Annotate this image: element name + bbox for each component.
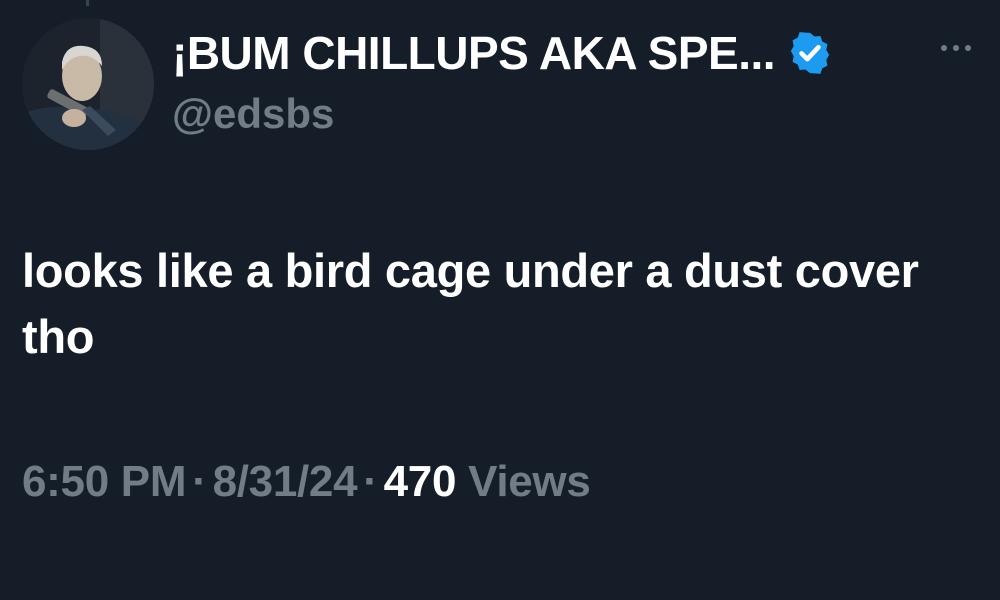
avatar-photo <box>22 18 154 150</box>
verified-badge-icon[interactable] <box>787 30 833 76</box>
separator-dot: · <box>363 457 378 506</box>
user-handle[interactable]: @edsbs <box>172 90 932 138</box>
more-options-icon[interactable] <box>936 38 976 58</box>
tweet-time[interactable]: 6:50 PM <box>22 457 187 506</box>
views-label: Views <box>468 457 591 506</box>
display-name[interactable]: ¡BUM CHILLUPS AKA SPE... <box>172 26 776 80</box>
name-row: ¡BUM CHILLUPS AKA SPE... <box>172 22 932 84</box>
avatar[interactable] <box>22 18 154 150</box>
tweet-date[interactable]: 8/31/24 <box>213 457 358 506</box>
views-count[interactable]: 470 <box>384 457 457 506</box>
tweet: ¡BUM CHILLUPS AKA SPE... @edsbs looks li… <box>0 0 1000 600</box>
tweet-text: looks like a bird cage under a dust cove… <box>22 244 919 363</box>
tweet-header: ¡BUM CHILLUPS AKA SPE... @edsbs <box>172 22 932 138</box>
tweet-metadata: 6:50 PM · 8/31/24 · 470 Views <box>22 457 591 507</box>
separator-dot: · <box>192 457 207 506</box>
thread-connector <box>86 0 89 6</box>
